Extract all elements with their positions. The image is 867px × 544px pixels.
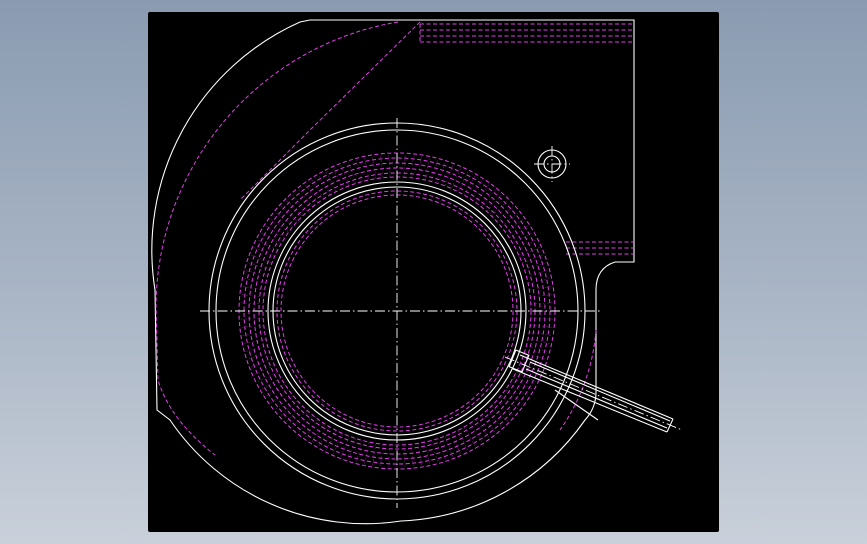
hatch-tick — [388, 153, 391, 178]
background: { "colors": { "background_top": "#8a9bb1… — [0, 0, 867, 544]
housing-hidden-scroll — [155, 21, 399, 456]
tube-inner-upper — [529, 361, 671, 422]
outlet-tube — [504, 349, 683, 433]
hatch-tick — [239, 302, 264, 305]
hatch-tick — [500, 211, 520, 227]
housing-outline — [151, 19, 635, 525]
cad-drawing — [151, 19, 683, 525]
hatch-tick — [249, 358, 272, 368]
mounting-hole — [534, 146, 570, 182]
hatch-tick — [496, 205, 515, 222]
tube-edge-lower — [512, 368, 668, 433]
hatch-tick — [317, 174, 331, 196]
hatch-tick — [260, 231, 282, 245]
hatch-tick — [491, 199, 509, 217]
hatch-tick — [303, 419, 319, 439]
hatch-tick — [491, 405, 509, 423]
hatch-tick — [486, 410, 503, 429]
hatch-tick — [297, 414, 313, 434]
hatch-tick — [291, 410, 308, 429]
housing-outer-edge — [151, 19, 635, 525]
